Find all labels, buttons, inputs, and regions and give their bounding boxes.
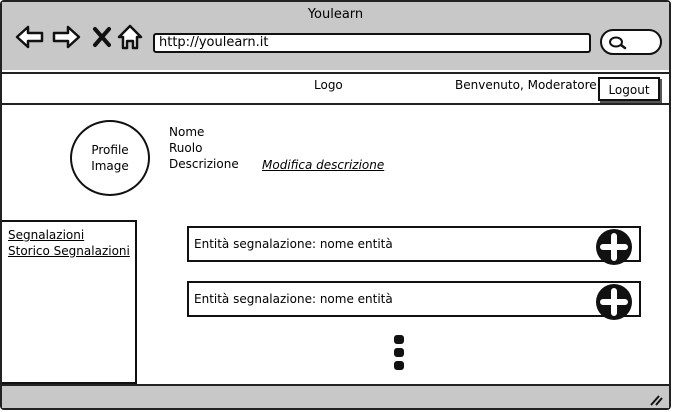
profile-image-label-line1: Profile: [91, 143, 129, 157]
welcome-text: Benvenuto, Moderatore: [455, 78, 597, 92]
report-card: Entità segnalazione: nome entità: [187, 226, 641, 265]
report-label: Entità segnalazione: nome entità: [194, 237, 393, 251]
arrow-left-icon[interactable]: [15, 22, 45, 52]
search-field[interactable]: [600, 29, 662, 55]
window-title: Youlearn: [307, 7, 364, 22]
url-bar[interactable]: http://youlearn.it: [153, 33, 591, 53]
resize-grip-icon[interactable]: [649, 394, 663, 406]
profile-name-label: Nome: [169, 125, 205, 139]
close-icon[interactable]: [88, 22, 118, 52]
report-label: Entità segnalazione: nome entità: [194, 292, 393, 306]
profile-image: Profile Image: [70, 120, 150, 196]
vertical-dots-icon[interactable]: [393, 334, 405, 372]
logout-button[interactable]: Logout: [598, 77, 660, 101]
sidebar-item-storico-segnalazioni[interactable]: Storico Segnalazioni: [8, 244, 130, 258]
plus-circle-icon[interactable]: [595, 228, 633, 266]
search-icon: [609, 36, 627, 50]
sidebar-item-segnalazioni[interactable]: Segnalazioni: [8, 228, 84, 242]
profile-role-label: Ruolo: [169, 141, 203, 155]
home-icon[interactable]: [116, 22, 146, 52]
arrow-right-icon[interactable]: [51, 22, 81, 52]
status-bar: [2, 384, 669, 408]
plus-circle-icon[interactable]: [595, 283, 633, 321]
report-card: Entità segnalazione: nome entità: [187, 281, 641, 320]
profile-description-label: Descrizione: [169, 157, 239, 171]
edit-description-link[interactable]: Modifica descrizione: [262, 158, 384, 172]
logo: Logo: [314, 78, 343, 92]
sidebar: Segnalazioni Storico Segnalazioni: [2, 220, 137, 384]
browser-window: Youlearn http://youlearn.it Logo Benvenu…: [0, 0, 673, 412]
profile-image-label-line2: Image: [91, 159, 129, 173]
